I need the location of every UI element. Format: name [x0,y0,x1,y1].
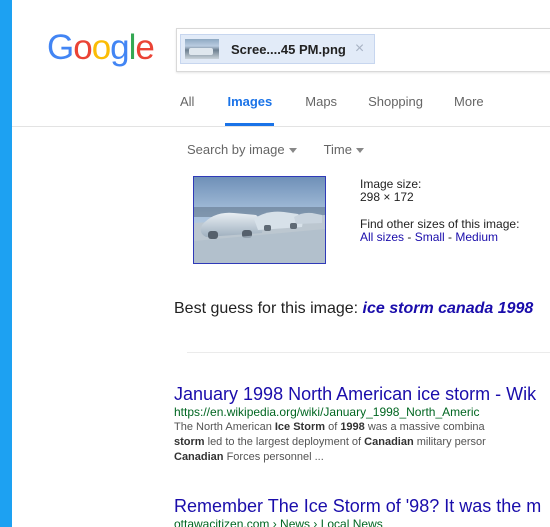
size-links: All sizes - Small - Medium [360,231,550,244]
image-query-thumbnail [185,39,219,59]
result-snippet: The North American Ice Storm of 1998 was… [174,420,550,465]
search-tabs: All Images Maps Shopping More [180,84,515,126]
snippet-highlight: Canadian [174,451,224,463]
image-query-chip[interactable]: Scree....45 PM.png × [180,34,376,64]
result-url: ottawacitizen.com › News › Local News [174,517,383,527]
best-guess: Best guess for this image: ice storm can… [174,300,533,318]
tab-shopping[interactable]: Shopping [368,84,423,126]
left-accent-bar [0,0,12,527]
small-size-link[interactable]: Small [415,230,445,244]
divider [187,352,550,353]
snippet-highlight: Ice Storm [274,421,326,433]
close-icon[interactable]: × [355,40,364,58]
logo-letter: e [135,28,154,67]
snippet-highlight: Canadian [364,436,414,448]
snippet-text: military persor [413,436,486,448]
caret-down-icon [355,148,364,154]
medium-size-link[interactable]: Medium [455,230,498,244]
image-info: Image size: 298 × 172 Find other sizes o… [360,178,550,244]
search-by-image-dropdown[interactable]: Search by image [187,142,297,157]
snippet-highlight: 1998 [340,421,365,433]
tab-more[interactable]: More [454,84,484,126]
snippet-text: The North American [174,421,275,433]
search-header: Google Scree....45 PM.png × All Images Map… [12,0,550,127]
snippet-highlight: storm [174,436,205,448]
snippet-text: Forces personnel ... [223,451,324,463]
tab-images[interactable]: Images [225,84,275,126]
query-image-thumbnail[interactable] [193,176,326,264]
logo-letter: G [47,28,74,67]
snippet-text: was a massive combina [364,421,485,433]
caret-down-icon [288,148,297,154]
image-size-value: 298 × 172 [360,190,414,204]
search-results-page: Google Scree....45 PM.png × All Images Map… [12,0,550,527]
snippet-text: of [325,421,341,433]
snippet-line: The North American Ice Storm of 1998 was… [174,420,550,435]
snippet-line: storm led to the largest deployment of C… [174,435,550,450]
result-title-link[interactable]: January 1998 North American ice storm - … [174,383,550,405]
snippet-text: led to the largest deployment of [204,436,365,448]
snippet-line: Canadian Forces personnel ... [174,450,550,465]
image-query-filename: Scree....45 PM.png [231,41,346,57]
search-result: Remember The Ice Storm of '98? It was th… [174,495,550,527]
best-guess-query-link[interactable]: ice storm canada 1998 [363,300,534,317]
search-result: January 1998 North American ice storm - … [174,383,550,465]
separator: - [444,230,456,244]
tab-all[interactable]: All [180,84,194,126]
search-tools: Search by image Time [187,142,391,157]
separator: - [404,230,415,244]
search-by-image-label: Search by image [187,142,285,157]
search-box[interactable]: Scree....45 PM.png × [176,28,550,72]
tab-maps[interactable]: Maps [305,84,337,126]
logo-letter: o [91,28,111,67]
time-label: Time [323,142,352,157]
logo-letter: l [128,28,137,67]
logo-letter: g [110,28,129,67]
result-url: https://en.wikipedia.org/wiki/January_19… [174,405,480,419]
result-title-link[interactable]: Remember The Ice Storm of '98? It was th… [174,495,550,517]
logo-letter: o [73,28,92,67]
best-guess-label: Best guess for this image: [174,300,363,317]
ice-storm-photo [194,177,325,263]
time-dropdown[interactable]: Time [324,142,364,157]
all-sizes-link[interactable]: All sizes [360,230,404,244]
google-logo[interactable]: Google [47,28,155,68]
